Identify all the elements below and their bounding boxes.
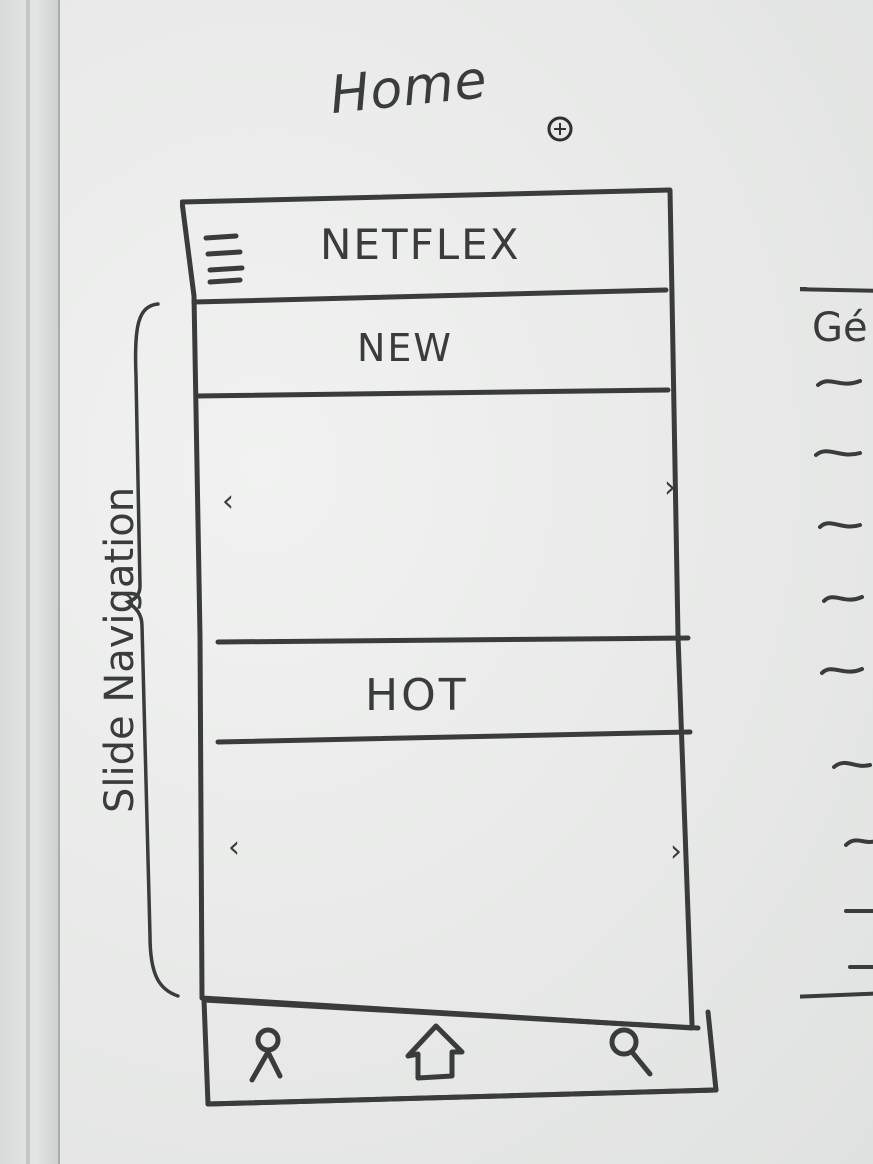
section-label-new: NEW [357,326,454,370]
slider-prev-arrow[interactable]: ‹ [228,830,240,865]
hamburger-menu-icon [203,233,245,285]
slider-next-arrow[interactable]: › [664,470,676,505]
whiteboard-frame-edge [26,0,30,1164]
whiteboard-frame [0,0,60,1164]
app-header-title: NETFLEX [320,220,521,269]
screw-icon [547,116,573,142]
section-label-hot: HOT [365,670,469,721]
slider-prev-arrow[interactable]: ‹ [222,484,234,519]
genre-panel-title: Gé [812,305,868,351]
search-icon [609,1027,653,1077]
whiteboard: Home NETFLEX NEW ‹ › HOT ‹ › Slide Navig… [0,0,873,1164]
phone-outline [180,187,695,1031]
side-annotation: Slide Navigation [97,486,143,813]
home-icon [405,1023,465,1081]
slider-next-arrow[interactable]: › [670,834,682,869]
genre-panel [800,287,873,999]
page-title: Home [327,49,491,127]
profile-icon [249,1027,283,1083]
